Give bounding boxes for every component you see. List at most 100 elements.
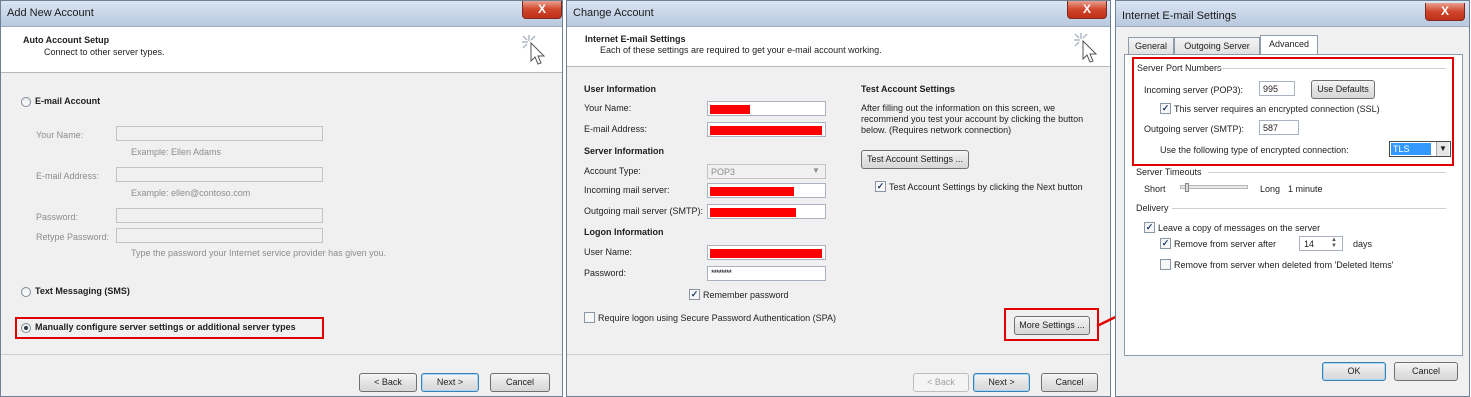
manual-config-radio[interactable] [21,323,31,333]
cursor-sparkle-icon [1074,33,1098,63]
stepper-arrows-icon[interactable]: ▲ ▼ [1331,237,1337,249]
password-value: ******** [711,268,732,278]
add-new-account-window: Add New Account X Auto Account Setup Con… [0,0,563,397]
email-account-radio[interactable] [21,97,31,107]
outgoing-port-field[interactable]: 587 [1259,120,1299,135]
account-type-select[interactable]: POP3 ▼ [707,164,826,179]
password-field[interactable]: ******** [707,266,826,281]
retype-password-label: Retype Password: [36,232,110,242]
tab-outgoing-server[interactable]: Outgoing Server [1174,37,1260,54]
more-settings-button[interactable]: More Settings ... [1014,316,1090,335]
test-description-line: After filling out the information on thi… [861,103,1056,113]
outgoing-port-value: 587 [1263,123,1279,133]
email-field[interactable] [116,167,323,182]
delivery-heading: Delivery [1136,203,1169,213]
outgoing-server-field[interactable] [707,204,826,219]
back-button[interactable]: < Back [913,373,969,392]
incoming-port-value: 995 [1263,84,1279,94]
encryption-type-select[interactable]: TLS ▼ [1389,141,1451,157]
next-button[interactable]: Next > [421,373,479,392]
your-name-field[interactable] [116,126,323,141]
cancel-button[interactable]: Cancel [1394,362,1458,381]
your-name-example: Example: Ellen Adams [131,147,222,157]
retype-password-field[interactable] [116,228,323,243]
user-info-heading: User Information [584,84,657,94]
title-bar: Internet E-mail Settings X [1116,1,1469,27]
close-button[interactable]: X [1067,1,1107,19]
days-label: days [1353,239,1373,249]
password-label: Password: [584,268,627,278]
password-label: Password: [36,212,79,222]
header-subtitle: Each of these settings are required to g… [600,45,882,55]
tab-general[interactable]: General [1128,37,1174,54]
divider [1172,208,1446,209]
server-info-heading: Server Information [584,146,665,156]
slider-thumb[interactable] [1185,183,1189,192]
redaction-mark [710,126,822,135]
short-label: Short [1144,184,1166,194]
incoming-server-field[interactable] [707,183,826,198]
text-messaging-label: Text Messaging (SMS) [35,286,130,296]
your-name-field[interactable] [707,101,826,116]
outgoing-server-label: Outgoing mail server (SMTP): [584,206,704,216]
cancel-button[interactable]: Cancel [1041,373,1098,392]
title-bar: Change Account X [567,1,1110,27]
manual-config-label[interactable]: Manually configure server settings or ad… [35,322,296,332]
chevron-down-icon: ▼ [1436,142,1449,156]
incoming-port-field[interactable]: 995 [1259,81,1295,96]
email-address-field[interactable] [707,122,826,137]
remove-after-label: Remove from server after [1174,239,1277,249]
test-description-line: recommend you test your account by click… [861,114,1084,124]
chevron-down-icon: ▼ [812,166,820,175]
logon-info-heading: Logon Information [584,227,664,237]
spa-label: Require logon using Secure Password Auth… [598,313,836,323]
test-description-line: below. (Requires network connection) [861,125,1012,135]
password-field[interactable] [116,208,323,223]
redaction-mark [710,105,750,114]
email-example: Example: ellen@contoso.com [131,188,251,198]
email-label: E-mail Address: [36,171,100,181]
text-messaging-radio[interactable] [21,287,31,297]
timeout-value: 1 minute [1288,184,1323,194]
encryption-type-label: Use the following type of encrypted conn… [1160,145,1349,155]
outgoing-server-label: Outgoing server (SMTP): [1144,124,1245,134]
account-type-value: POP3 [711,167,736,177]
test-by-next-checkbox[interactable]: ✓ [875,181,886,192]
redaction-mark [710,208,796,217]
encryption-type-value: TLS [1391,143,1431,155]
incoming-server-label: Incoming server (POP3): [1144,85,1244,95]
divider [1216,68,1446,69]
test-by-next-label: Test Account Settings by clicking the Ne… [889,182,1083,192]
dialog-footer: < Back Next > Cancel [567,354,1110,396]
cancel-button[interactable]: Cancel [490,373,550,392]
change-account-window: Change Account X Internet E-mail Setting… [566,0,1111,397]
spa-checkbox[interactable] [584,312,595,323]
server-port-numbers-heading: Server Port Numbers [1137,63,1222,73]
dialog-footer: < Back Next > Cancel [1,354,562,396]
close-button[interactable]: X [522,1,562,19]
back-button[interactable]: < Back [359,373,417,392]
ok-button[interactable]: OK [1322,362,1386,381]
tab-advanced[interactable]: Advanced [1260,35,1318,54]
remember-password-checkbox[interactable]: ✓ [689,289,700,300]
ssl-label: This server requires an encrypted connec… [1174,104,1380,114]
your-name-label: Your Name: [36,130,84,140]
leave-copy-label: Leave a copy of messages on the server [1158,223,1321,233]
email-account-label: E-mail Account [35,96,101,106]
timeout-slider[interactable] [1180,183,1248,192]
redaction-mark [710,249,822,258]
next-button[interactable]: Next > [973,373,1030,392]
user-name-field[interactable] [707,245,826,260]
test-settings-heading: Test Account Settings [861,84,956,94]
remove-after-checkbox[interactable]: ✓ [1160,238,1171,249]
days-value: 14 [1304,239,1315,249]
internet-email-settings-window: Internet E-mail Settings X General Outgo… [1115,0,1470,397]
ssl-checkbox[interactable]: ✓ [1160,103,1171,114]
remove-when-deleted-checkbox[interactable] [1160,259,1171,270]
use-defaults-button[interactable]: Use Defaults [1311,80,1375,99]
days-stepper[interactable]: 14 ▲ ▼ [1299,236,1343,251]
redaction-mark [710,187,794,196]
test-account-settings-button[interactable]: Test Account Settings ... [861,150,969,169]
leave-copy-checkbox[interactable]: ✓ [1144,222,1155,233]
close-button[interactable]: X [1425,3,1465,21]
